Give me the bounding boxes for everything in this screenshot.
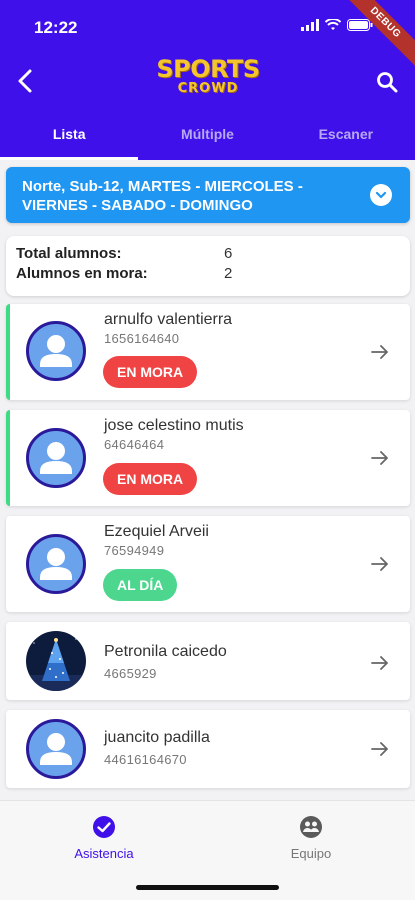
signal-icon bbox=[301, 19, 319, 31]
nav-equipo-label: Equipo bbox=[290, 846, 332, 861]
profile-photo bbox=[26, 631, 86, 691]
logo-line2: CROWD bbox=[177, 81, 239, 96]
tab-lista[interactable]: Lista bbox=[0, 118, 139, 160]
arrow-right-icon[interactable] bbox=[370, 653, 390, 673]
student-name: jose celestino mutis bbox=[104, 417, 244, 434]
avatar-icon bbox=[26, 534, 86, 594]
student-phone: 44616164670 bbox=[104, 752, 187, 767]
nav-asistencia[interactable]: Asistencia bbox=[44, 815, 164, 861]
student-item[interactable]: Ezequiel Arveii 76594949 AL DÍA bbox=[6, 516, 410, 612]
search-icon bbox=[377, 72, 398, 93]
tab-bar: Lista Múltiple Escaner bbox=[0, 118, 415, 160]
arrow-right-icon[interactable] bbox=[370, 342, 390, 362]
debug-ribbon: DEBUG bbox=[336, 0, 415, 72]
student-phone: 76594949 bbox=[104, 543, 165, 558]
wifi-icon bbox=[325, 19, 341, 30]
totals-card: Total alumnos: 6 Alumnos en mora: 2 bbox=[6, 236, 410, 296]
status-badge: EN MORA bbox=[103, 356, 198, 388]
student-name: juancito padilla bbox=[104, 729, 210, 746]
back-button[interactable] bbox=[14, 66, 40, 96]
avatar-icon bbox=[26, 321, 86, 381]
nav-asistencia-label: Asistencia bbox=[74, 846, 134, 861]
status-badge: AL DÍA bbox=[103, 569, 178, 601]
avatar-icon bbox=[26, 428, 86, 488]
nav-equipo[interactable]: Equipo bbox=[251, 815, 371, 861]
status-time: 12:22 bbox=[34, 18, 78, 37]
students-in-arrears-label: Alumnos en mora: bbox=[16, 265, 148, 282]
student-name: Petronila caicedo bbox=[104, 643, 227, 660]
students-in-arrears-row: Alumnos en mora: 2 bbox=[16, 265, 232, 282]
logo-line1: SPORTS bbox=[156, 55, 260, 83]
check-circle-icon bbox=[93, 816, 115, 838]
status-bar: 12:22 DEBUG bbox=[0, 0, 415, 72]
arrow-right-icon[interactable] bbox=[370, 554, 390, 574]
tab-escaner[interactable]: Escaner bbox=[277, 118, 415, 160]
student-item[interactable]: jose celestino mutis 64646464 EN MORA bbox=[6, 410, 410, 506]
schedule-text: Norte, Sub-12, MARTES - MIERCOLES - VIER… bbox=[22, 178, 303, 214]
total-students-value: 6 bbox=[224, 245, 233, 262]
student-name: arnulfo valentierra bbox=[104, 311, 233, 328]
total-students-label: Total alumnos: bbox=[16, 245, 122, 262]
student-phone: 1656164640 bbox=[104, 331, 180, 346]
student-phone: 4665929 bbox=[104, 666, 157, 681]
app-header: 12:22 DEBUG SPORTS CROWD Lista Múltiple … bbox=[0, 0, 415, 160]
sports-crowd-logo: SPORTS CROWD bbox=[148, 56, 268, 102]
arrow-right-icon[interactable] bbox=[370, 739, 390, 759]
tab-multiple[interactable]: Múltiple bbox=[138, 118, 276, 160]
team-icon bbox=[300, 816, 322, 838]
avatar-icon bbox=[26, 719, 86, 779]
student-item[interactable]: arnulfo valentierra 1656164640 EN MORA bbox=[6, 304, 410, 400]
schedule-selector[interactable]: Norte, Sub-12, MARTES - MIERCOLES - VIER… bbox=[6, 167, 410, 223]
back-arrow-icon bbox=[18, 69, 32, 93]
students-in-arrears-value: 2 bbox=[224, 265, 233, 282]
student-item[interactable]: Petronila caicedo 4665929 bbox=[6, 622, 410, 700]
student-name: Ezequiel Arveii bbox=[104, 523, 209, 540]
search-button[interactable] bbox=[375, 70, 399, 94]
student-item[interactable]: juancito padilla 44616164670 bbox=[6, 710, 410, 788]
arrow-right-icon[interactable] bbox=[370, 448, 390, 468]
chevron-down-icon bbox=[370, 184, 392, 206]
student-phone: 64646464 bbox=[104, 437, 165, 452]
home-indicator bbox=[136, 885, 279, 890]
total-students-row: Total alumnos: 6 bbox=[16, 245, 232, 262]
status-icons bbox=[301, 19, 373, 31]
status-badge: EN MORA bbox=[103, 463, 198, 495]
